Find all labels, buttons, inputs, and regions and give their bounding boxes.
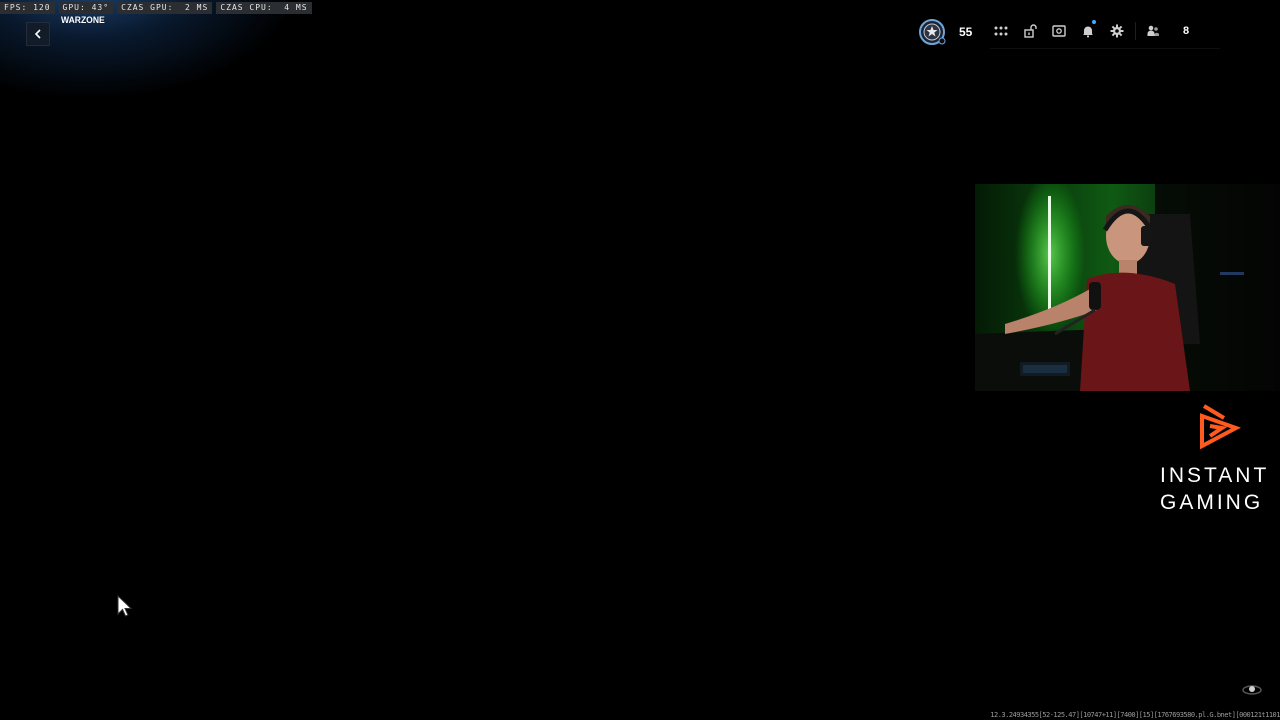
corner-glow <box>0 0 300 100</box>
instant-gaming-logo-icon <box>1200 404 1241 450</box>
notifications-button[interactable] <box>1077 20 1099 42</box>
back-button[interactable] <box>26 22 50 46</box>
webcam-feed <box>975 184 1280 391</box>
notification-dot <box>1092 20 1096 24</box>
gpu-temp-readout: GPU: 43° <box>58 2 114 14</box>
settings-button[interactable] <box>1106 20 1128 42</box>
game-title: WARZONE <box>61 15 105 25</box>
sponsor-name-line2: GAMING <box>1160 491 1264 514</box>
player-level: 55 <box>959 25 973 39</box>
unlock-button[interactable] <box>1019 20 1041 42</box>
gpu-time-readout: CZAS GPU: 2 MS <box>117 2 213 14</box>
camera-icon <box>1052 25 1066 37</box>
grid-menu-icon <box>994 26 1008 36</box>
performance-overlay: FPS: 120 GPU: 43° CZAS GPU: 2 MS CZAS CP… <box>0 2 312 14</box>
gear-icon <box>1110 24 1124 38</box>
player-level-display[interactable]: 55 <box>918 17 972 47</box>
party-button[interactable] <box>1142 20 1164 42</box>
cpu-time-readout: CZAS CPU: 4 MS <box>216 2 312 14</box>
grid-menu-button[interactable] <box>990 20 1012 42</box>
bell-icon <box>1083 26 1093 38</box>
hud-toolbar: 8 <box>990 20 1189 42</box>
camera-button[interactable] <box>1048 20 1070 42</box>
party-icon <box>1147 25 1159 36</box>
sponsor-name-line1: INSTANT <box>1160 464 1270 487</box>
fps-readout: FPS: 120 <box>0 2 55 14</box>
chevron-left-icon <box>34 29 41 39</box>
loading-icon <box>1242 685 1262 695</box>
unlock-icon <box>1024 24 1037 38</box>
webcam-overlay <box>975 184 1280 391</box>
game-screen: FPS: 120 GPU: 43° CZAS GPU: 2 MS CZAS CP… <box>0 0 1280 720</box>
mouse-cursor-icon <box>117 595 133 617</box>
rank-badge-icon <box>918 18 946 46</box>
party-count: 8 <box>1183 25 1190 37</box>
hud-underline <box>990 48 1220 49</box>
debug-build-string: 12.3.24934355[52-125.47][10747+11][7400]… <box>990 711 1280 719</box>
hud-divider <box>1135 22 1136 40</box>
